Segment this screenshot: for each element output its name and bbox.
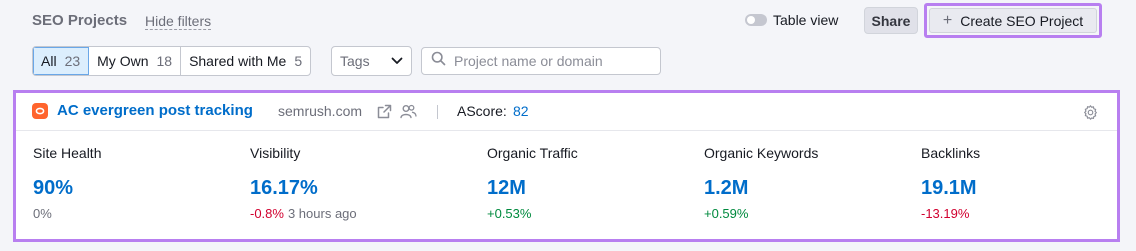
metric-label: Visibility [250,145,301,161]
create-seo-project-label: Create SEO Project [960,12,1084,29]
chevron-down-icon [391,57,403,65]
filter-label: My Own [97,53,149,69]
table-view-toggle[interactable] [745,14,767,26]
tags-dropdown[interactable]: Tags [331,46,412,76]
gear-icon[interactable] [1082,104,1099,126]
metric-value[interactable]: 16.17% [250,177,357,200]
share-button[interactable]: Share [864,7,918,34]
metric-change: +0.59% [704,206,818,221]
metric-backlinks[interactable]: Backlinks 19.1M -13.19% [921,145,980,221]
metric-visibility[interactable]: Visibility 16.17% -0.8% 3 hours ago [250,145,357,221]
metric-label: Organic Traffic [487,145,578,161]
metric-change: 0% [33,206,101,221]
external-link-icon[interactable] [377,104,392,124]
metric-change: -0.8% 3 hours ago [250,206,357,221]
filter-shared-with-me[interactable]: Shared with Me 5 [181,47,310,75]
users-icon[interactable] [400,104,417,124]
search-input[interactable] [454,53,654,69]
filter-label: All [41,53,57,69]
metric-label: Backlinks [921,145,981,161]
metric-change: -13.19% [921,206,980,221]
metric-label: Site Health [33,145,102,161]
metric-organic-traffic[interactable]: Organic Traffic 12M +0.53% [487,145,578,221]
page-title: SEO Projects [32,12,128,29]
filter-label: Shared with Me [189,53,287,69]
project-card-header: AC evergreen post tracking semrush.com A… [16,93,1117,131]
ascore-label: AScore: [457,103,507,119]
metric-value[interactable]: 1.2M [704,177,818,200]
change-value: +0.59% [704,206,749,221]
project-filter-tabs: All 23 My Own 18 Shared with Me 5 [32,46,312,76]
metric-site-health[interactable]: Site Health 90% 0% [33,145,101,221]
change-value: 0% [33,206,52,221]
semrush-logo-icon [32,103,48,119]
tags-label: Tags [340,53,370,69]
create-project-highlight: + Create SEO Project [924,3,1102,38]
project-name-link[interactable]: AC evergreen post tracking [57,102,253,119]
project-card: AC evergreen post tracking semrush.com A… [13,90,1120,242]
ascore-value[interactable]: 82 [513,103,529,119]
change-value: -0.8% [250,206,284,221]
project-search-box[interactable] [421,47,661,75]
search-icon [431,51,446,71]
create-seo-project-button[interactable]: + Create SEO Project [929,8,1097,33]
filter-my-own[interactable]: My Own 18 [89,47,182,75]
divider [437,105,438,119]
filter-all[interactable]: All 23 [33,47,90,75]
metric-value[interactable]: 90% [33,177,101,200]
change-value: +0.53% [487,206,532,221]
project-domain: semrush.com [278,103,363,119]
metric-value[interactable]: 12M [487,177,578,200]
toggle-knob [747,16,755,24]
metric-change: +0.53% [487,206,578,221]
filter-count: 5 [294,53,303,69]
filter-count: 18 [156,53,173,69]
plus-icon: + [942,11,953,29]
metric-organic-keywords[interactable]: Organic Keywords 1.2M +0.59% [704,145,818,221]
last-updated: 3 hours ago [287,206,357,221]
table-view-label[interactable]: Table view [773,12,838,28]
change-value: -13.19% [921,206,970,221]
filter-count: 23 [64,53,81,69]
hide-filters-link[interactable]: Hide filters [145,13,212,30]
metric-value[interactable]: 19.1M [921,177,980,200]
metric-label: Organic Keywords [704,145,819,161]
